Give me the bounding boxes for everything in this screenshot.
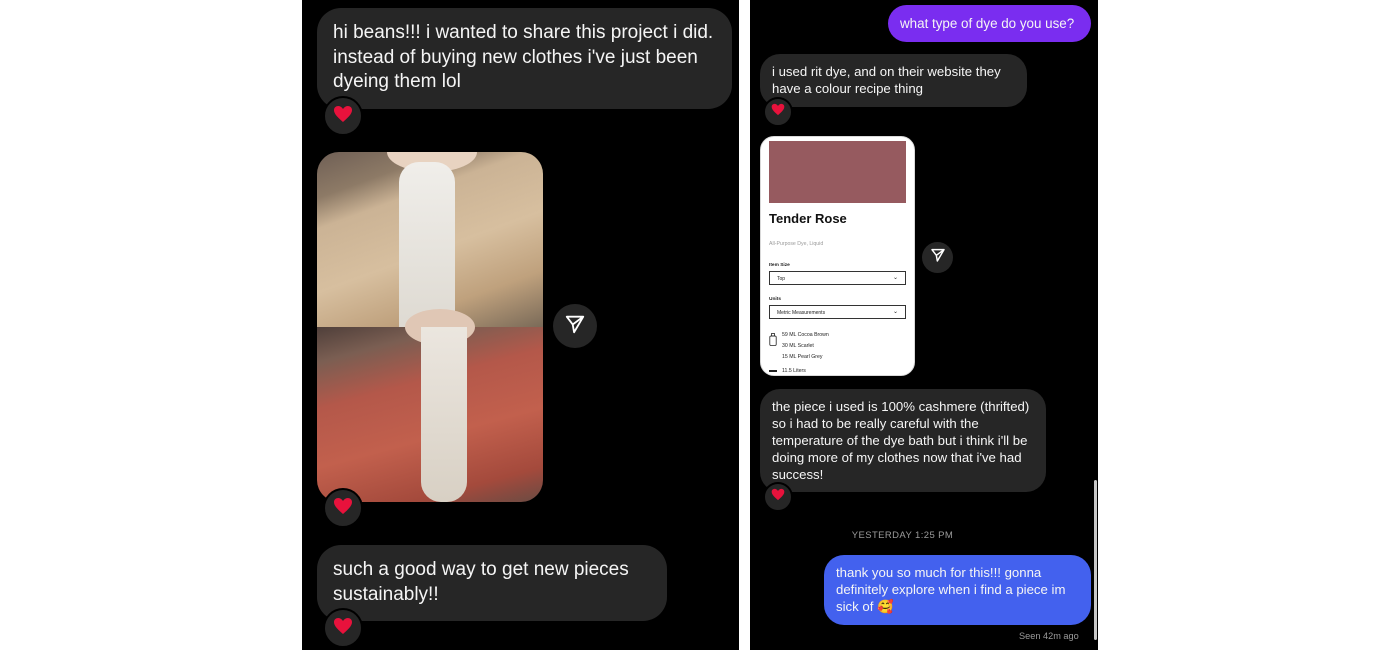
ingredient-row: 59 ML Cocoa Brown <box>782 332 829 338</box>
ingredient-row: 30 ML Scarlet <box>782 343 814 349</box>
red-heart-icon <box>333 105 353 128</box>
water-amount: 11.5 Liters <box>782 368 806 374</box>
shared-photo[interactable] <box>317 152 543 502</box>
scrollbar[interactable] <box>1094 480 1097 640</box>
paper-plane-icon <box>930 247 946 268</box>
outgoing-message-bubble[interactable]: thank you so much for this!!! gonna defi… <box>824 555 1091 625</box>
right-chat-panel: what type of dye do you use? i used rit … <box>750 0 1098 650</box>
color-swatch <box>769 141 906 203</box>
units-value: Metric Measurements <box>777 310 826 316</box>
paper-plane-icon <box>564 313 586 340</box>
heart-reaction[interactable] <box>323 488 363 528</box>
units-select[interactable]: Metric Measurements ⌄ <box>769 305 906 319</box>
ingredient-row: 15 ML Pearl Grey <box>782 354 823 360</box>
dye-recipe-card[interactable]: Tender Rose All-Purpose Dye, Liquid Item… <box>760 136 915 376</box>
heart-reaction[interactable] <box>763 97 793 127</box>
chevron-down-icon: ⌄ <box>892 275 898 281</box>
heart-reaction[interactable] <box>763 482 793 512</box>
product-type: All-Purpose Dye, Liquid <box>769 241 824 247</box>
outgoing-message-bubble[interactable]: what type of dye do you use? <box>888 5 1091 42</box>
share-button[interactable] <box>922 242 953 273</box>
red-heart-icon <box>771 103 785 121</box>
message-text: thank you so much for this!!! gonna defi… <box>836 565 1066 614</box>
message-text: hi beans!!! i wanted to share this proje… <box>333 22 714 92</box>
message-text: what type of dye do you use? <box>900 16 1075 31</box>
incoming-message-bubble[interactable]: hi beans!!! i wanted to share this proje… <box>317 8 732 109</box>
units-label: Units <box>769 297 781 302</box>
message-text: i used rit dye, and on their website the… <box>772 64 1001 96</box>
water-icon <box>769 370 777 372</box>
incoming-message-bubble[interactable]: i used rit dye, and on their website the… <box>760 54 1027 107</box>
message-text: such a good way to get new pieces sustai… <box>333 559 629 605</box>
beige-cardigan-photo <box>317 152 543 327</box>
share-button[interactable] <box>553 304 597 348</box>
red-heart-icon <box>333 497 353 520</box>
color-name: Tender Rose <box>769 211 847 226</box>
message-timestamp: YESTERDAY 1:25 PM <box>851 530 954 541</box>
dye-bottle-icon <box>769 333 777 351</box>
red-heart-icon <box>333 617 353 640</box>
incoming-message-bubble[interactable]: the piece i used is 100% cashmere (thrif… <box>760 389 1046 492</box>
item-size-value: Top <box>777 276 786 282</box>
heart-reaction[interactable] <box>323 96 363 136</box>
message-text: the piece i used is 100% cashmere (thrif… <box>772 399 1030 482</box>
left-chat-panel: hi beans!!! i wanted to share this proje… <box>302 0 739 650</box>
item-size-label: Item Size <box>769 263 790 268</box>
dyed-cardigan-photo <box>317 309 543 502</box>
red-heart-icon <box>771 488 785 506</box>
chevron-down-icon: ⌄ <box>892 309 898 315</box>
incoming-message-bubble[interactable]: such a good way to get new pieces sustai… <box>317 545 667 621</box>
heart-reaction[interactable] <box>323 608 363 648</box>
item-size-select[interactable]: Top ⌄ <box>769 271 906 285</box>
seen-status: Seen 42m ago <box>1019 631 1079 641</box>
